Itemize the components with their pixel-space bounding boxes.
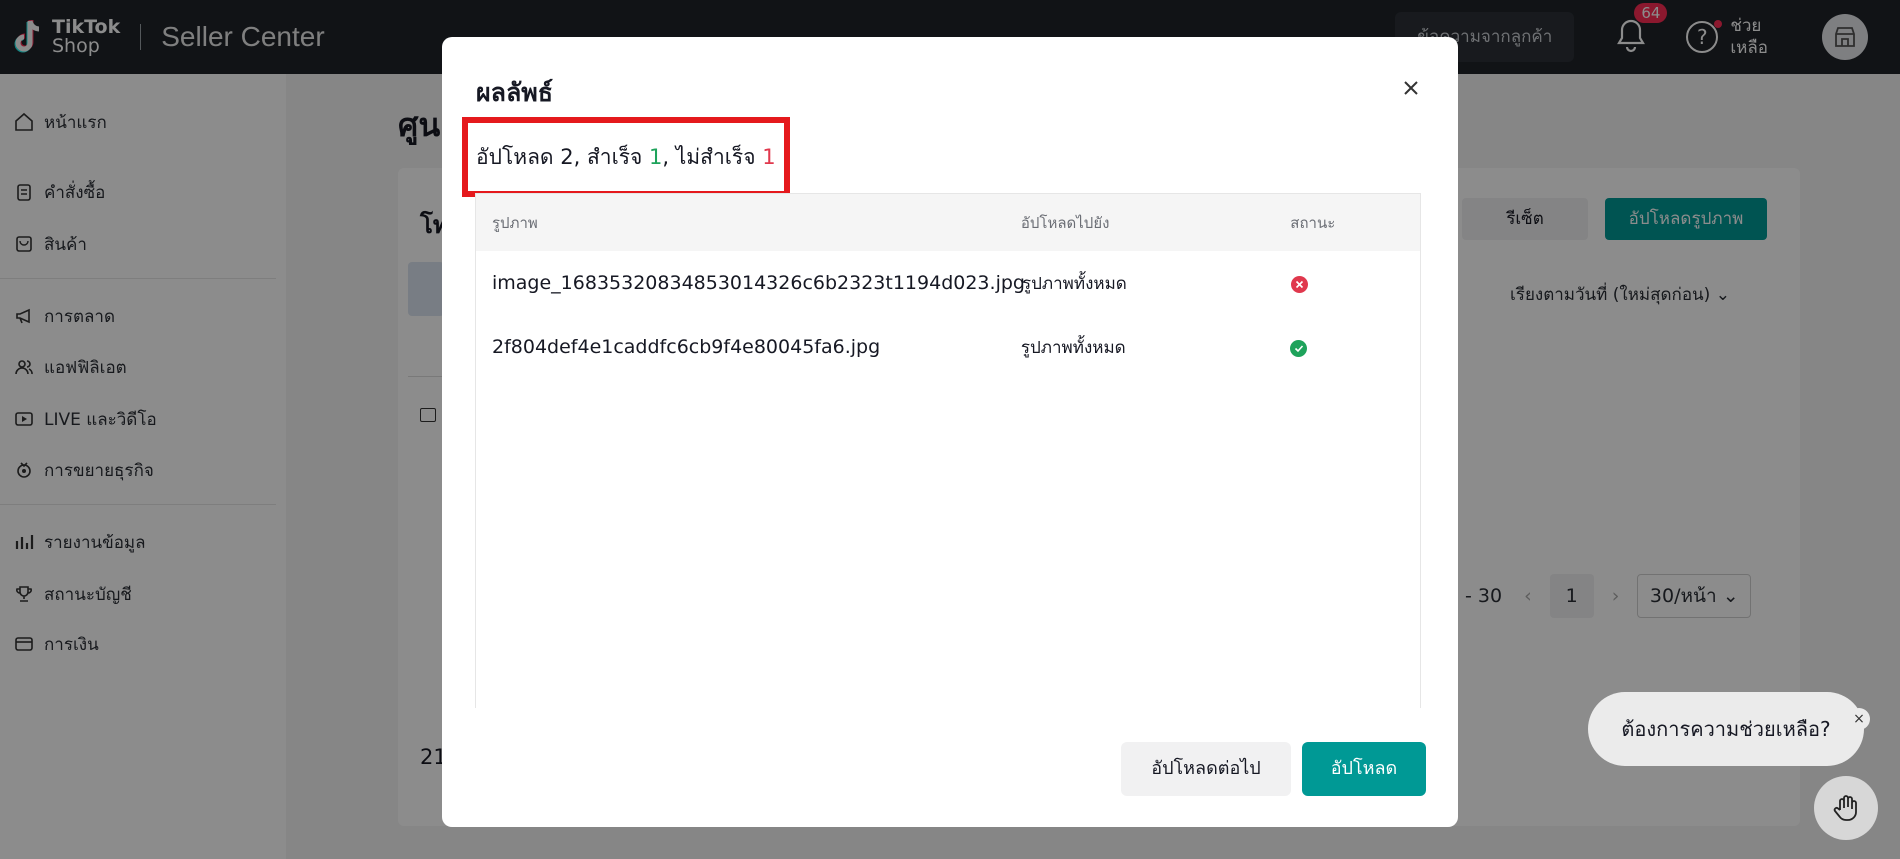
close-button[interactable] xyxy=(1400,77,1422,99)
results-table: รูปภาพ อัปโหลดไปยัง สถานะ image_16835320… xyxy=(475,193,1421,708)
help-chat-button[interactable] xyxy=(1814,776,1878,840)
table-row: 2f804def4e1caddfc6cb9f4e80045fa6.jpg รูป… xyxy=(476,315,1420,379)
summary-prefix: อัปโหลด 2, สำเร็จ xyxy=(476,145,650,169)
success-check-icon xyxy=(1290,340,1308,357)
close-icon xyxy=(1404,81,1418,95)
upload-summary: อัปโหลด 2, สำเร็จ 1, ไม่สำเร็จ 1 xyxy=(476,141,776,174)
result-modal: ผลลัพธ์ อัปโหลด 2, สำเร็จ 1, ไม่สำเร็จ 1… xyxy=(442,37,1458,827)
column-status: สถานะ xyxy=(1290,213,1336,232)
row-filename: image_16835320834853014326c6b2323t1194d0… xyxy=(492,272,1025,294)
row-destination: รูปภาพทั้งหมด xyxy=(1022,273,1127,294)
row-filename: 2f804def4e1caddfc6cb9f4e80045fa6.jpg xyxy=(492,336,881,358)
column-image: รูปภาพ xyxy=(492,213,538,232)
upload-button[interactable]: อัปโหลด xyxy=(1302,742,1426,796)
summary-success-count: 1 xyxy=(649,145,663,169)
table-row: image_16835320834853014326c6b2323t1194d0… xyxy=(476,251,1420,315)
help-bubble-close-icon[interactable]: × xyxy=(1848,708,1870,730)
help-chat-bubble[interactable]: ต้องการความช่วยเหลือ? xyxy=(1588,692,1864,766)
row-destination: รูปภาพทั้งหมด xyxy=(1020,337,1126,358)
summary-middle: , ไม่สำเร็จ xyxy=(662,145,763,169)
summary-fail-count: 1 xyxy=(762,145,776,169)
continue-upload-button[interactable]: อัปโหลดต่อไป xyxy=(1121,742,1291,796)
modal-title: ผลลัพธ์ xyxy=(476,78,554,107)
error-status-icon[interactable] xyxy=(1290,276,1308,293)
table-header: รูปภาพ อัปโหลดไปยัง สถานะ xyxy=(476,194,1420,251)
column-destination: อัปโหลดไปยัง xyxy=(1020,213,1110,232)
hand-icon xyxy=(1833,795,1857,821)
